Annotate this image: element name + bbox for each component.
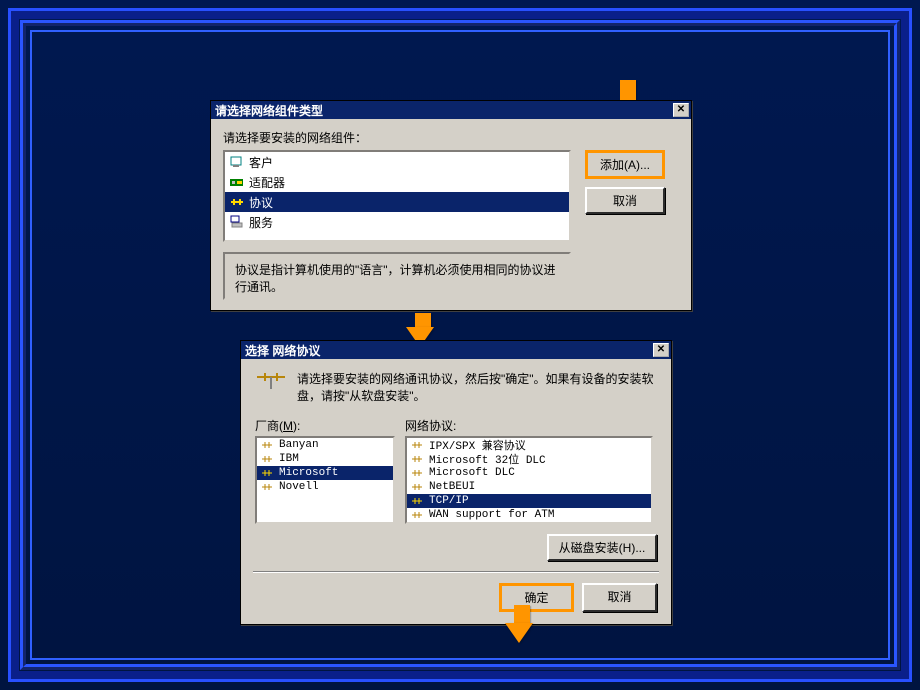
cancel-button[interactable]: 取消 [585,187,665,214]
list-item-label: 客户 [249,154,273,171]
protocol-icon [259,479,275,495]
list-item-label: 适配器 [249,174,285,191]
dialog1-titlebar: 请选择网络组件类型 ✕ [211,101,691,119]
protocol-item[interactable]: WAN support for ATM [407,508,651,522]
list-item-protocol[interactable]: 协议 [225,192,569,212]
component-listbox[interactable]: 客户 适配器 协议 服 [223,150,571,242]
protocol-icon [229,194,245,210]
list-item-adapter[interactable]: 适配器 [225,172,569,192]
vendor-item-ibm[interactable]: IBM [257,452,393,466]
list-item-service[interactable]: 服务 [225,212,569,232]
add-button[interactable]: 添加(A)... [585,150,665,179]
protocol-item[interactable]: Microsoft 32位 DLC [407,452,651,466]
dialog1-title: 请选择网络组件类型 [215,102,673,119]
vendor-item-novell[interactable]: Novell [257,480,393,494]
service-icon [229,214,245,230]
close-icon[interactable]: ✕ [653,343,669,357]
dialog2-instruction: 请选择要安装的网络通讯协议，然后按"确定"。如果有设备的安装软盘，请按"从软盘安… [297,371,657,405]
protocol-item[interactable]: Microsoft DLC [407,466,651,480]
protocol-large-icon [255,371,287,391]
select-component-type-dialog: 请选择网络组件类型 ✕ 请选择要安装的网络组件： 客户 适配器 [210,100,692,311]
vendor-listbox[interactable]: Banyan IBM Microsoft Novell [255,436,395,524]
dialog1-prompt: 请选择要安装的网络组件： [223,129,679,146]
dialog2-title: 选择 网络协议 [245,342,653,359]
dialog2-titlebar: 选择 网络协议 ✕ [241,341,671,359]
protocol-label: 网络协议: [405,417,657,434]
vendor-item-banyan[interactable]: Banyan [257,438,393,452]
protocol-item-tcpip[interactable]: TCP/IP [407,494,651,508]
install-from-disk-button[interactable]: 从磁盘安装(H)... [547,534,657,561]
cancel-button[interactable]: 取消 [582,583,657,612]
protocol-item[interactable]: IPX/SPX 兼容协议 [407,438,651,452]
arrow-from-ok-button [511,605,533,643]
list-item-client[interactable]: 客户 [225,152,569,172]
protocol-item[interactable]: NetBEUI [407,480,651,494]
protocol-icon [409,507,425,523]
list-item-label: 协议 [249,194,273,211]
select-protocol-dialog: 选择 网络协议 ✕ 请选择要安装的网络通讯协议，然后按"确定"。如果有设备的安装… [240,340,672,625]
vendor-label: 厂商(M): [255,417,395,434]
vendor-item-microsoft[interactable]: Microsoft [257,466,393,480]
adapter-icon [229,174,245,190]
protocol-listbox[interactable]: IPX/SPX 兼容协议 Microsoft 32位 DLC Microsoft… [405,436,653,524]
close-icon[interactable]: ✕ [673,103,689,117]
client-icon [229,154,245,170]
list-item-label: 服务 [249,214,273,231]
description-box: 协议是指计算机使用的"语言"，计算机必须使用相同的协议进行通讯。 [223,252,571,300]
